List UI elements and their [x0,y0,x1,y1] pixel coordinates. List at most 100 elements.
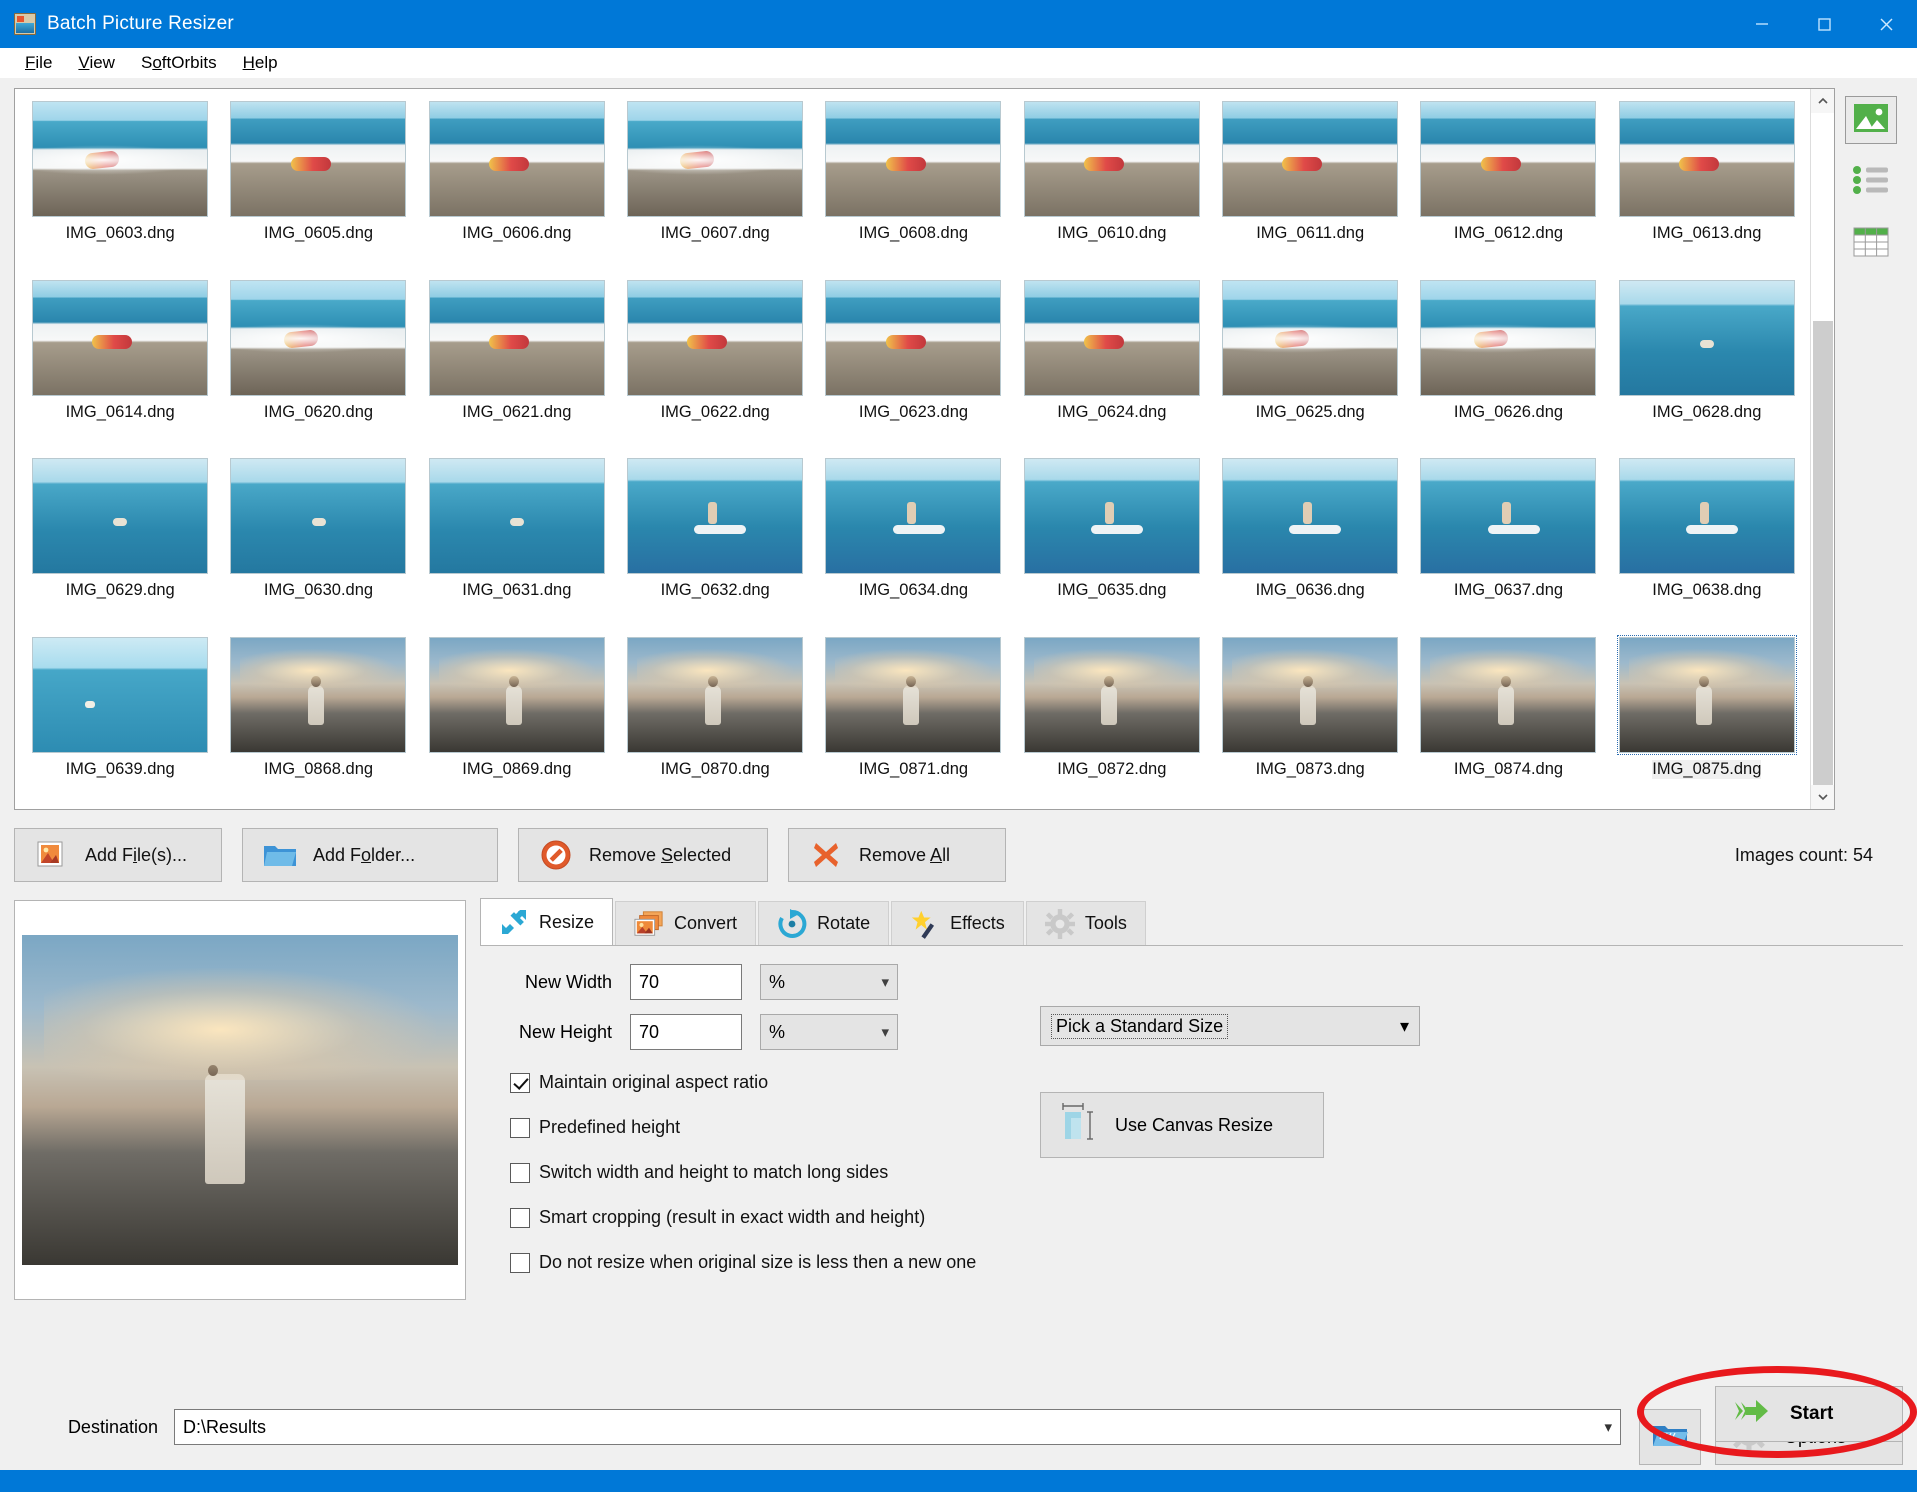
thumbnail-item[interactable]: IMG_0638.dng [1608,452,1806,631]
thumbnail-label: IMG_0611.dng [1256,224,1364,243]
scrollbar-thumb[interactable] [1813,321,1833,785]
thumbnail-scene-pebble [826,102,1000,216]
thumbnail-image [1024,280,1200,396]
thumbnail-item[interactable]: IMG_0608.dng [814,95,1012,274]
thumbnail-item[interactable]: IMG_0610.dng [1013,95,1211,274]
thumbnail-item[interactable]: IMG_0635.dng [1013,452,1211,631]
tab-effects[interactable]: Effects [891,901,1024,945]
resize-option-row[interactable]: Switch width and height to match long si… [480,1162,1000,1183]
thumbnail-item[interactable]: IMG_0614.dng [21,274,219,453]
thumbnail-item[interactable]: IMG_0605.dng [219,95,417,274]
menu-label-help-rest: elp [255,53,278,72]
scroll-up-icon[interactable] [1811,89,1834,113]
scene-subject [291,157,331,171]
add-files-button[interactable]: Add File(s)... [14,828,222,882]
menu-item-softorbits[interactable]: SoftOrbits [128,51,230,75]
minimize-icon[interactable] [1731,0,1793,48]
thumbnail-item[interactable]: IMG_0630.dng [219,452,417,631]
resize-option-row[interactable]: Maintain original aspect ratio [480,1072,1000,1093]
resize-option-checkbox[interactable] [510,1208,530,1228]
thumbnail-item[interactable]: IMG_0874.dng [1409,631,1607,810]
thumbnail-item[interactable]: IMG_0631.dng [418,452,616,631]
add-folder-button[interactable]: Add Folder... [242,828,498,882]
menu-item-help[interactable]: Help [230,51,291,75]
browse-folder-button[interactable] [1639,1409,1701,1465]
new-width-input[interactable]: 70 [630,964,742,1000]
thumbnail-item[interactable]: IMG_0639.dng [21,631,219,810]
thumbnail-item[interactable]: IMG_0869.dng [418,631,616,810]
thumbnail-item[interactable]: IMG_0623.dng [814,274,1012,453]
thumbnail-image [627,458,803,574]
thumbnail-item[interactable]: IMG_0637.dng [1409,452,1607,631]
thumbnail-item[interactable]: IMG_0870.dng [616,631,814,810]
remove-selected-button[interactable]: Remove Selected [518,828,768,882]
thumbnail-label: IMG_0610.dng [1057,224,1166,243]
chevron-down-icon[interactable]: ▾ [1604,1418,1612,1436]
new-height-unit-select[interactable]: % ▾ [760,1014,898,1050]
resize-option-label: Switch width and height to match long si… [539,1162,888,1183]
images-count-label: Images count: 54 [1735,845,1903,866]
thumbnail-item[interactable]: IMG_0613.dng [1608,95,1806,274]
thumbnail-item[interactable]: IMG_0628.dng [1608,274,1806,453]
thumbnail-item[interactable]: IMG_0629.dng [21,452,219,631]
resize-option-checkbox[interactable] [510,1163,530,1183]
thumbnail-item[interactable]: IMG_0622.dng [616,274,814,453]
thumbnail-item[interactable]: IMG_0634.dng [814,452,1012,631]
thumbnail-item[interactable]: IMG_0620.dng [219,274,417,453]
details-view-button[interactable] [1845,220,1897,268]
start-button[interactable]: Start [1715,1386,1903,1442]
thumbnail-item[interactable]: IMG_0868.dng [219,631,417,810]
destination-input[interactable]: D:\Results ▾ [174,1409,1621,1445]
thumbnail-item[interactable]: IMG_0625.dng [1211,274,1409,453]
scrollbar-track[interactable] [1811,113,1834,785]
resize-option-row[interactable]: Predefined height [480,1117,1000,1138]
thumbnail-item[interactable]: IMG_0875.dng [1608,631,1806,810]
thumbnail-scene-sea [231,459,405,573]
new-height-input[interactable]: 70 [630,1014,742,1050]
thumbnail-item[interactable]: IMG_0872.dng [1013,631,1211,810]
thumbnail-grid: IMG_0603.dngIMG_0605.dngIMG_0606.dngIMG_… [15,89,1810,809]
remove-all-button[interactable]: Remove All [788,828,1006,882]
thumbnail-item[interactable]: IMG_0636.dng [1211,452,1409,631]
tab-tools[interactable]: Tools [1026,901,1146,945]
thumbnail-item[interactable]: IMG_0624.dng [1013,274,1211,453]
thumbnail-item[interactable]: IMG_0603.dng [21,95,219,274]
remove-all-label: Remove All [859,845,950,866]
use-canvas-resize-button[interactable]: Use Canvas Resize [1040,1092,1324,1158]
tab-rotate[interactable]: Rotate [758,901,889,945]
thumbnail-item[interactable]: IMG_0873.dng [1211,631,1409,810]
resize-option-row[interactable]: Smart cropping (result in exact width an… [480,1207,1000,1228]
scene-subject [1502,502,1511,524]
thumbnail-item[interactable]: IMG_0612.dng [1409,95,1607,274]
thumbnail-image [230,458,406,574]
maximize-icon[interactable] [1793,0,1855,48]
resize-option-checkbox[interactable] [510,1073,530,1093]
tab-resize[interactable]: Resize [480,898,613,945]
thumbnail-scene-surf [33,102,207,216]
thumbnail-item[interactable]: IMG_0607.dng [616,95,814,274]
thumbnail-item[interactable]: IMG_0871.dng [814,631,1012,810]
thumbnail-list-panel[interactable]: IMG_0603.dngIMG_0605.dngIMG_0606.dngIMG_… [14,88,1835,810]
scene-subject [1679,157,1719,171]
resize-option-checkbox[interactable] [510,1253,530,1273]
list-view-button[interactable] [1845,158,1897,206]
thumbnail-image [429,280,605,396]
resize-option-checkbox[interactable] [510,1118,530,1138]
resize-option-row[interactable]: Do not resize when original size is less… [480,1252,1000,1273]
thumbnail-item[interactable]: IMG_0632.dng [616,452,814,631]
close-icon[interactable] [1855,0,1917,48]
standard-size-select[interactable]: Pick a Standard Size ▾ [1040,1006,1420,1046]
thumbnail-item[interactable]: IMG_0621.dng [418,274,616,453]
thumbnail-view-button[interactable] [1845,96,1897,144]
thumbnail-item[interactable]: IMG_0606.dng [418,95,616,274]
thumbnail-item[interactable]: IMG_0611.dng [1211,95,1409,274]
thumbnail-scrollbar[interactable] [1810,89,1834,809]
tab-convert[interactable]: Convert [615,901,756,945]
thumbnail-item[interactable]: IMG_0626.dng [1409,274,1607,453]
thumbnail-image [627,101,803,217]
new-width-unit-select[interactable]: % ▾ [760,964,898,1000]
menu-item-view[interactable]: View [65,51,128,75]
paddleboard [1091,525,1143,534]
scroll-down-icon[interactable] [1811,785,1834,809]
menu-item-file[interactable]: File [12,51,65,75]
